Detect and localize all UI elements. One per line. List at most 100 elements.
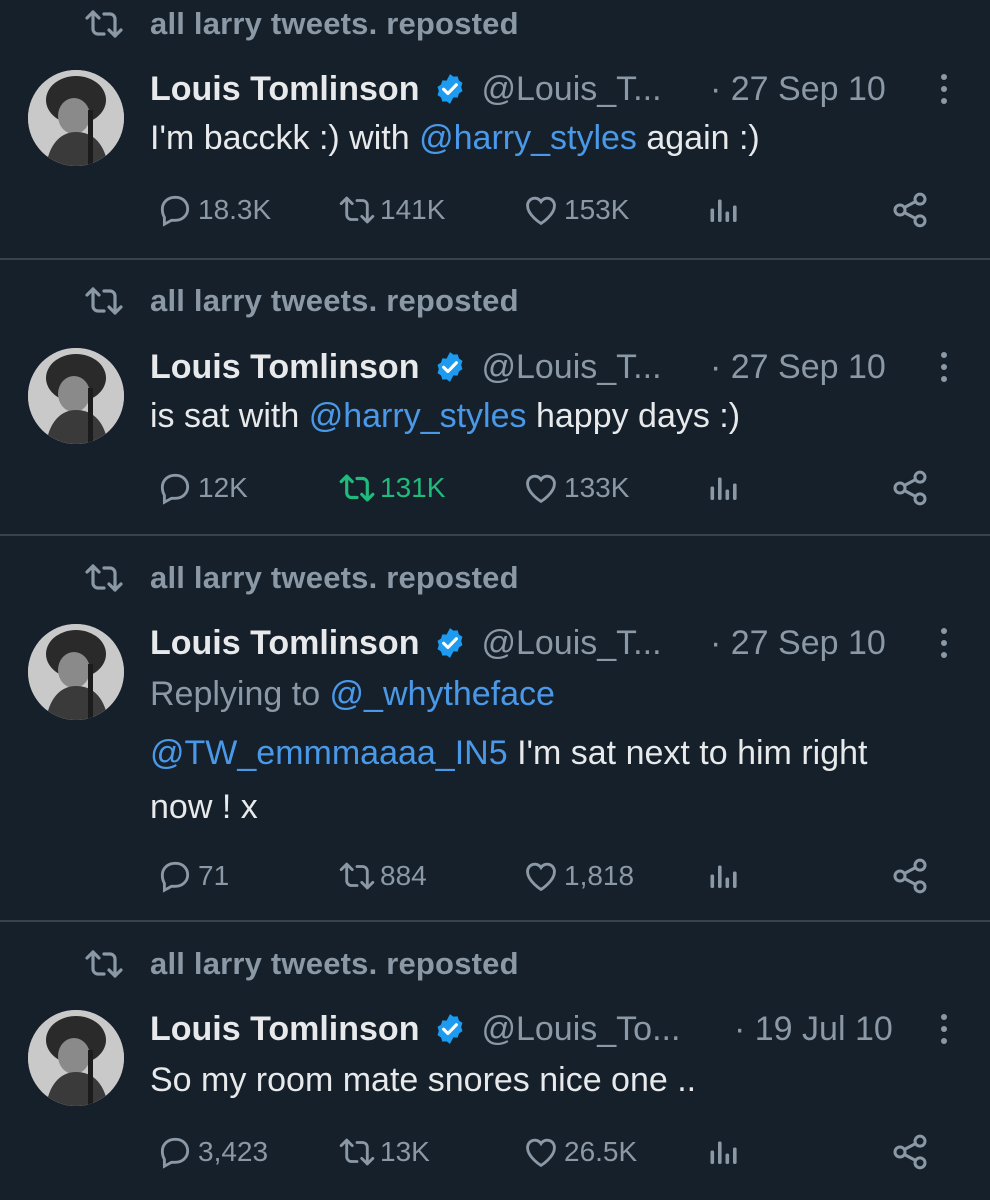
action-bar: 12K 131K 133K xyxy=(0,468,990,508)
more-options-icon[interactable] xyxy=(938,352,950,382)
like-count: 153K xyxy=(564,194,630,225)
tweet-card[interactable]: all larry tweets. reposted Louis Tomlins… xyxy=(0,536,990,920)
views-icon xyxy=(710,1141,737,1164)
replying-prefix: Replying to xyxy=(150,675,330,713)
more-options-icon[interactable] xyxy=(938,74,950,104)
action-bar: 18.3K 141K 153K xyxy=(0,190,990,230)
like-icon xyxy=(526,474,556,504)
repost-icon xyxy=(339,474,375,502)
reply-button[interactable]: 12K xyxy=(156,468,248,508)
share-button[interactable] xyxy=(890,190,930,230)
views-icon xyxy=(710,865,737,888)
author-handle[interactable]: @Louis_To... xyxy=(481,1010,680,1049)
mention-link[interactable]: @harry_styles xyxy=(419,119,637,157)
views-icon xyxy=(710,199,737,222)
reply-count: 3,423 xyxy=(198,1136,269,1167)
mention-link[interactable]: @TW_emmmaaaa_IN5 xyxy=(150,734,508,772)
views-icon xyxy=(710,477,737,500)
author-handle[interactable]: @Louis_T... xyxy=(481,624,661,663)
views-button[interactable] xyxy=(706,1132,742,1172)
share-icon xyxy=(893,470,927,506)
repost-icon xyxy=(339,1138,375,1166)
repost-icon xyxy=(84,562,124,594)
author-name[interactable]: Louis Tomlinson xyxy=(150,1010,419,1049)
repost-context[interactable]: all larry tweets. reposted xyxy=(84,281,519,321)
repost-icon xyxy=(84,948,124,980)
share-button[interactable] xyxy=(890,856,930,896)
like-button[interactable]: 153K xyxy=(522,190,629,230)
like-icon xyxy=(526,196,556,226)
like-count: 26.5K xyxy=(564,1136,638,1167)
share-button[interactable] xyxy=(890,1132,930,1172)
repost-count: 13K xyxy=(380,1136,430,1167)
action-bar: 3,423 13K 26.5K xyxy=(0,1132,990,1172)
share-button[interactable] xyxy=(890,468,930,508)
repost-button[interactable]: 13K xyxy=(338,1132,430,1172)
like-button[interactable]: 1,818 xyxy=(522,856,634,896)
repost-button[interactable]: 884 xyxy=(338,856,427,896)
author-handle[interactable]: @Louis_T... xyxy=(481,348,661,387)
tweet-date[interactable]: · 19 Jul 10 xyxy=(734,1010,893,1049)
verified-badge-icon xyxy=(433,1012,467,1046)
repost-icon xyxy=(339,196,375,224)
repost-label: all larry tweets. reposted xyxy=(150,283,519,318)
mention-link[interactable]: @_whytheface xyxy=(330,675,555,713)
tweet-card[interactable]: all larry tweets. reposted Louis Tomlins… xyxy=(0,0,990,258)
author-name[interactable]: Louis Tomlinson xyxy=(150,70,419,109)
like-icon xyxy=(526,1138,556,1168)
views-button[interactable] xyxy=(706,190,742,230)
reply-icon xyxy=(160,1137,190,1169)
repost-icon xyxy=(84,8,124,40)
tweet-date[interactable]: · 27 Sep 10 xyxy=(710,348,886,387)
like-icon xyxy=(526,862,556,892)
text-segment: So my room mate snores nice one .. xyxy=(150,1061,697,1099)
views-button[interactable] xyxy=(706,468,742,508)
views-button[interactable] xyxy=(706,856,742,896)
tweet-text: I'm bacckk :) with @harry_styles again :… xyxy=(150,112,970,164)
like-count: 1,818 xyxy=(564,860,635,891)
tweet-date[interactable]: · 27 Sep 10 xyxy=(710,70,886,109)
replying-to: Replying to @_whytheface xyxy=(150,668,970,720)
verified-badge-icon xyxy=(433,72,467,106)
more-options-icon[interactable] xyxy=(938,628,950,658)
text-segment: is sat with xyxy=(150,397,309,435)
author-name[interactable]: Louis Tomlinson xyxy=(150,348,419,387)
reply-count: 18.3K xyxy=(198,194,272,225)
avatar[interactable] xyxy=(28,70,124,166)
repost-context[interactable]: all larry tweets. reposted xyxy=(84,558,519,598)
tweet-text: So my room mate snores nice one .. xyxy=(150,1054,970,1106)
repost-label: all larry tweets. reposted xyxy=(150,946,519,981)
more-options-icon[interactable] xyxy=(938,1014,950,1044)
tweet-card[interactable]: all larry tweets. reposted Louis Tomlins… xyxy=(0,922,990,1200)
text-segment: I'm sat next to him right xyxy=(507,734,868,772)
avatar[interactable] xyxy=(28,624,124,720)
tweet-text: is sat with @harry_styles happy days :) xyxy=(150,390,970,442)
reply-button[interactable]: 71 xyxy=(156,856,229,896)
tweet-date[interactable]: · 27 Sep 10 xyxy=(710,624,886,663)
action-bar: 71 884 1,818 xyxy=(0,856,990,896)
like-button[interactable]: 26.5K xyxy=(522,1132,637,1172)
reply-button[interactable]: 3,423 xyxy=(156,1132,268,1172)
tweet-card[interactable]: all larry tweets. reposted Louis Tomlins… xyxy=(0,260,990,534)
reply-icon xyxy=(160,473,190,505)
repost-count: 141K xyxy=(380,194,446,225)
share-icon xyxy=(893,192,927,228)
mention-link[interactable]: @harry_styles xyxy=(309,397,527,435)
reply-icon xyxy=(160,195,190,227)
avatar[interactable] xyxy=(28,1010,124,1106)
verified-badge-icon xyxy=(433,350,467,384)
repost-context[interactable]: all larry tweets. reposted xyxy=(84,4,519,44)
author-name[interactable]: Louis Tomlinson xyxy=(150,624,419,663)
avatar[interactable] xyxy=(28,348,124,444)
repost-context[interactable]: all larry tweets. reposted xyxy=(84,944,519,984)
author-handle[interactable]: @Louis_T... xyxy=(481,70,661,109)
repost-button[interactable]: 141K xyxy=(338,190,445,230)
repost-button[interactable]: 131K xyxy=(338,468,445,508)
text-segment: happy days :) xyxy=(526,397,741,435)
reply-button[interactable]: 18.3K xyxy=(156,190,271,230)
reply-count: 71 xyxy=(198,860,230,891)
share-icon xyxy=(893,858,927,894)
repost-icon xyxy=(84,285,124,317)
like-button[interactable]: 133K xyxy=(522,468,629,508)
repost-count: 131K xyxy=(380,472,446,503)
